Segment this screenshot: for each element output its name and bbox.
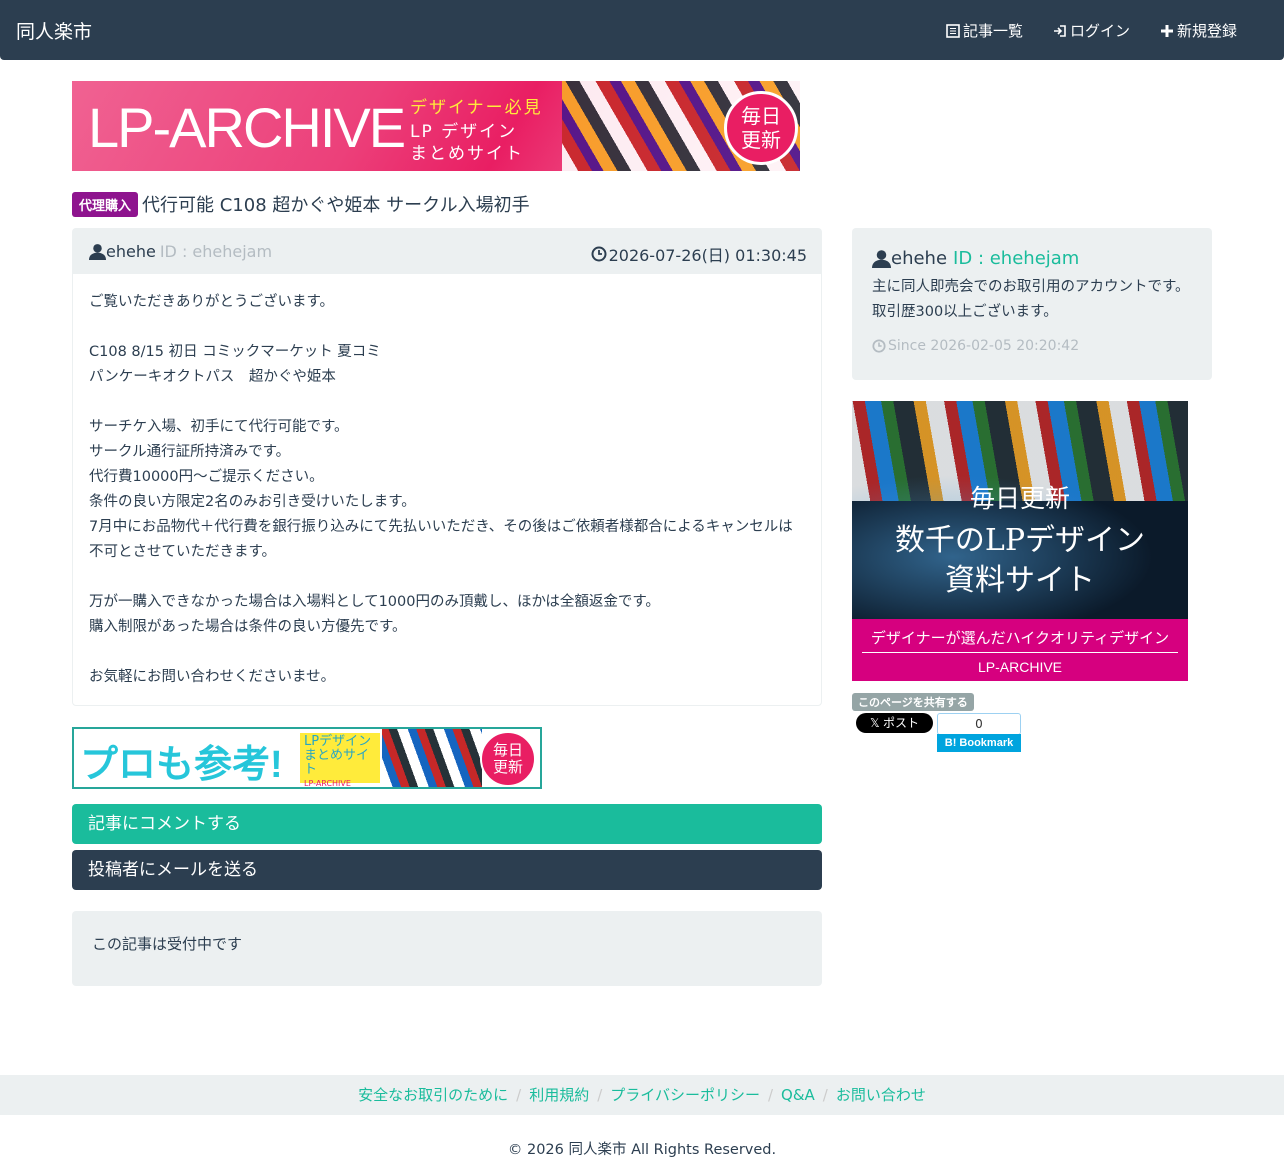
sidebar-since: Since 2026-02-05 20:20:42: [872, 338, 1079, 354]
nav-article-list[interactable]: 記事一覧: [946, 20, 1023, 41]
share-label: このページを共有する: [852, 693, 974, 711]
post-body-line: 購入制限があった場合は条件の良い方優先です。: [89, 619, 407, 635]
navbar: 同人楽市 記事一覧 ログイン 新規登録: [0, 0, 1284, 60]
clock-icon: [872, 339, 886, 353]
sidebar-banner-footer: デザイナーが選んだハイクオリティデザイン LP-ARCHIVE: [852, 619, 1188, 681]
hatena-bookmark-button[interactable]: B! Bookmark: [937, 734, 1021, 752]
post-body-line: [89, 390, 805, 415]
banner-mid-headline: プロも参考!: [80, 744, 283, 786]
post-panel-header: ehehe ID : ehehejam 2026-07-26(日) 01:30:…: [73, 229, 821, 274]
sidebar-author-name[interactable]: ehehe: [891, 248, 947, 269]
sidebar-author-id[interactable]: ID : ehehejam: [953, 248, 1079, 269]
post-title: 代行可能 C108 超かぐや姫本 サークル入場初手: [142, 195, 530, 216]
banner-mid-sub1: LPデザイン: [304, 734, 372, 749]
sidebar-banner-foot1: デザイナーが選んだハイクオリティデザイン: [862, 627, 1178, 653]
banner-mid-badge: 毎日 更新: [480, 731, 536, 787]
nav-register-label: 新規登録: [1177, 22, 1238, 40]
nav-article-list-label: 記事一覧: [963, 22, 1024, 40]
post-body-line: サークル通行証所持済みです。: [89, 444, 291, 460]
status-well: この記事は受付中です: [72, 911, 822, 986]
list-icon: [946, 23, 960, 38]
banner-mid-thumbnails: [382, 729, 482, 787]
status-text: この記事は受付中です: [92, 935, 243, 953]
footer-link-terms[interactable]: 利用規約: [529, 1086, 589, 1104]
nav-login[interactable]: ログイン: [1053, 20, 1130, 41]
user-icon: [89, 244, 106, 260]
footer-separator: /: [822, 1086, 828, 1104]
sidebar-banner-title2a: 数千のLPデザイン: [894, 523, 1146, 558]
post-body-line: [89, 315, 805, 340]
hatena-bookmark-count: 0: [937, 713, 1021, 735]
lp-archive-banner-mid[interactable]: プロも参考! LPデザイン まとめサイト LP-ARCHIVE 毎日 更新: [72, 727, 542, 789]
site-brand[interactable]: 同人楽市: [16, 17, 92, 44]
comment-button[interactable]: 記事にコメントする: [72, 804, 822, 844]
post-date: 2026-07-26(日) 01:30:45: [591, 242, 807, 266]
footer-link-safety[interactable]: 安全なお取引のために: [358, 1086, 508, 1104]
footer-separator: /: [597, 1086, 603, 1104]
sidebar-author: ehehe ID : ehehejam: [872, 248, 1079, 269]
post-panel: ehehe ID : ehehejam 2026-07-26(日) 01:30:…: [72, 228, 822, 706]
banner-mid-sub3: LP-ARCHIVE: [304, 779, 351, 788]
sidebar-bio: 主に同人即売会でのお取引用のアカウントです。取引歴300以上ございます。: [872, 279, 1190, 320]
nav-register[interactable]: 新規登録: [1160, 20, 1237, 41]
post-body-line: ご覧いただきありがとうございます。: [89, 294, 335, 310]
banner-badge: 毎日 更新: [724, 91, 798, 165]
sidebar-banner-title1: 毎日更新: [969, 484, 1070, 513]
post-body-line: C108 8/15 初日 コミックマーケット 夏コミ: [89, 344, 381, 360]
post-title-row: 代理購入 代行可能 C108 超かぐや姫本 サークル入場初手: [72, 191, 530, 217]
footer-separator: /: [767, 1086, 774, 1104]
footer-link-privacy[interactable]: プライバシーポリシー: [610, 1086, 760, 1104]
banner-line1: デザイナー必見: [410, 98, 543, 118]
plus-icon: [1161, 24, 1173, 37]
sidebar-ad-banner[interactable]: 毎日更新 数千のLPデザイン 資料サイト デザイナーが選んだハイクオリティデザイ…: [852, 401, 1188, 681]
send-mail-button[interactable]: 投稿者にメールを送る: [72, 850, 822, 890]
footer-separator: /: [516, 1086, 522, 1104]
sidebar-banner-title2b: 資料サイト: [945, 563, 1095, 598]
post-body-line: 7月中にお品物代＋代行費を銀行振り込みにて先払いいただき、その後はご依頼者様都合…: [89, 519, 793, 560]
sidebar-banner-title2: 数千のLPデザイン 資料サイト: [852, 521, 1188, 601]
nav-login-label: ログイン: [1070, 22, 1131, 40]
post-author: ehehe ID : ehehejam: [89, 242, 272, 261]
banner-logo: LP-ARCHIVE: [88, 96, 406, 159]
banner-badge-line1: 毎日: [741, 104, 781, 128]
copyright: © 2026 同人楽市 All Rights Reserved.: [507, 1142, 777, 1158]
banner-mid-sub2: まとめサイト: [304, 748, 370, 777]
x-post-button[interactable]: 𝕏 ポスト: [856, 713, 933, 733]
sidebar-banner-foot2: LP-ARCHIVE: [977, 659, 1063, 675]
post-body-line: [89, 565, 805, 590]
user-icon: [872, 250, 891, 268]
lp-archive-banner-top[interactable]: LP-ARCHIVE デザイナー必見 LP デザイン まとめサイト 毎日 更新: [72, 81, 800, 171]
footer-link-qa[interactable]: Q&A: [781, 1086, 815, 1104]
category-label[interactable]: 代理購入: [72, 191, 139, 217]
banner-mid-badge-line1: 毎日: [492, 741, 523, 759]
banner-line3: まとめサイト: [410, 144, 524, 164]
post-body-line: [89, 640, 805, 665]
post-body-line: 代行費10000円〜ご提示ください。: [89, 469, 324, 485]
post-body: ご覧いただきありがとうございます。 C108 8/15 初日 コミックマーケット …: [73, 274, 821, 706]
footer-links: 安全なお取引のために / 利用規約 / プライバシーポリシー / Q&A / お問い合わせ: [0, 1075, 1284, 1115]
post-body-line: サーチケ入場、初手にて代行可能です。: [89, 419, 349, 435]
post-author-name[interactable]: ehehe: [106, 242, 156, 261]
sidebar-profile: ehehe ID : ehehejam 主に同人即売会でのお取引用のアカウントで…: [852, 228, 1212, 380]
banner-mid-badge-line2: 更新: [492, 758, 523, 776]
post-body-line: パンケーキオクトパス 超かぐや姫本: [89, 369, 336, 385]
banner-badge-line2: 更新: [741, 128, 781, 152]
post-date-text: 2026-07-26(日) 01:30:45: [608, 246, 807, 265]
post-author-id: ID : ehehejam: [159, 242, 273, 261]
clock-icon: [591, 246, 607, 262]
sidebar-since-text: Since 2026-02-05 20:20:42: [888, 338, 1080, 354]
banner-mid-text: LPデザイン まとめサイト LP-ARCHIVE: [300, 733, 380, 787]
footer-link-contact[interactable]: お問い合わせ: [836, 1086, 926, 1104]
post-body-line: お気軽にお問い合わせくださいませ。: [89, 669, 336, 685]
post-body-line: 万が一購入できなかった場合は入場料として1000円のみ頂戴し、ほかは全額返金です…: [89, 594, 660, 610]
post-body-line: 条件の良い方限定2名のみお引き受けいたします。: [89, 494, 416, 510]
login-icon: [1054, 24, 1066, 37]
